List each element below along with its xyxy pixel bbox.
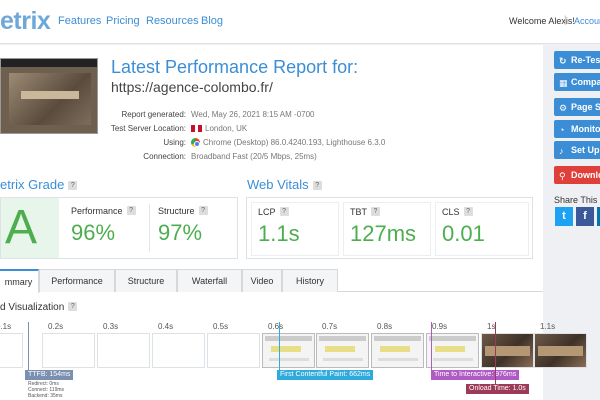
filmstrip-frame[interactable]	[262, 333, 315, 368]
tbt-cell: TBT? 127ms	[343, 202, 431, 256]
filmstrip-frame[interactable]	[316, 333, 369, 368]
info-value-connection: Broadband Fast (20/5 Mbps, 25ms)	[191, 152, 317, 161]
timeline-tick: 0.3s	[103, 322, 119, 331]
tab-waterfall[interactable]: Waterfall	[177, 269, 242, 292]
report-panel: Latest Performance Report for: https://a…	[0, 45, 587, 400]
timeline-tick: 0.2s	[48, 322, 64, 331]
cls-cell: CLS? 0.01	[435, 202, 529, 256]
page-load-title: d Visualization?	[0, 302, 78, 313]
lcp-value: 1.1s	[258, 221, 300, 246]
retest-button[interactable]: ↻Re-Test	[554, 51, 600, 69]
web-vitals-card: LCP? 1.1s TBT? 127ms CLS? 0.01	[246, 197, 533, 259]
help-icon[interactable]: ?	[312, 181, 322, 190]
compare-icon: ▦	[559, 78, 568, 88]
filmstrip-frame[interactable]	[371, 333, 424, 368]
tab-structure[interactable]: Structure	[115, 269, 177, 292]
report-tabs: mmary Performance Structure Waterfall Vi…	[0, 269, 543, 293]
grade-letter-badge: A	[1, 198, 59, 258]
nav-separator: |	[564, 15, 567, 26]
tti-line	[431, 322, 432, 372]
filmstrip-frame[interactable]	[97, 333, 150, 368]
info-label-connection: Connection:	[143, 152, 186, 161]
help-icon[interactable]: ?	[371, 207, 380, 216]
bell-icon: ♪	[559, 146, 564, 156]
filmstrip-frame[interactable]	[152, 333, 205, 368]
help-icon[interactable]: ?	[68, 181, 78, 190]
tab-performance[interactable]: Performance	[39, 269, 115, 292]
grade-section-title: etrix Grade?	[0, 177, 78, 192]
performance-metric: Performance? 96%	[71, 206, 136, 246]
tbt-value: 127ms	[350, 221, 417, 246]
twitter-icon[interactable]: t	[555, 207, 573, 226]
uk-flag-icon	[191, 125, 202, 132]
share-label: Share This Report:	[554, 195, 600, 205]
ttfb-details: Redirect: 0ms Connect: 119ms Backend: 35…	[28, 381, 65, 399]
nav-resources-link[interactable]: Resources	[146, 15, 199, 27]
help-icon[interactable]: ?	[463, 207, 473, 216]
account-link[interactable]: Account	[574, 16, 600, 26]
timeline-tick: 0.8s	[377, 322, 393, 331]
facebook-icon[interactable]: f	[576, 207, 594, 226]
fcp-marker: First Contentful Paint: 662ms	[277, 370, 374, 380]
cls-value: 0.01	[442, 221, 485, 246]
help-icon[interactable]: ?	[68, 302, 78, 311]
timeline-tick: 0.9s	[432, 322, 448, 331]
refresh-icon: ↻	[559, 56, 567, 66]
setup-alerts-button[interactable]: ♪Set Up Alerts	[554, 141, 600, 159]
timeline-tick: 1.1s	[540, 322, 556, 331]
filmstrip-frame[interactable]	[0, 333, 23, 368]
compare-button[interactable]: ▦Compare	[554, 73, 600, 91]
tti-marker: Time to Interactive: 976ms	[431, 370, 520, 380]
filmstrip-frame[interactable]	[534, 333, 587, 368]
download-pdf-button[interactable]: ⚲Download PDF	[554, 166, 600, 184]
structure-value: 97%	[158, 220, 203, 245]
onload-marker: Onload Time: 1.0s	[466, 384, 529, 394]
timeline-tick: 0.4s	[158, 322, 174, 331]
monitor-icon: ◔	[559, 125, 565, 135]
site-screenshot[interactable]	[0, 58, 98, 134]
tab-video[interactable]: Video	[242, 269, 282, 292]
gear-icon: ⚙	[559, 103, 568, 113]
top-nav: etrix Features Pricing Resources Blog We…	[0, 0, 600, 44]
nav-pricing-link[interactable]: Pricing	[106, 15, 140, 27]
timeline-tick: 0.5s	[213, 322, 229, 331]
info-label-location: Test Server Location:	[110, 124, 186, 133]
filmstrip-frame[interactable]	[426, 333, 479, 368]
info-value-location: London, UK	[205, 124, 248, 133]
filmstrip-frame[interactable]	[481, 333, 534, 368]
filmstrip-frame[interactable]	[207, 333, 260, 368]
help-icon[interactable]: ?	[198, 206, 208, 215]
fcp-line	[279, 322, 280, 372]
grade-card: A Performance? 96% Structure? 97%	[0, 197, 238, 259]
logo[interactable]: etrix	[0, 7, 51, 36]
tab-history[interactable]: History	[282, 269, 338, 292]
vitals-section-title: Web Vitals?	[247, 177, 322, 192]
pdf-icon: ⚲	[559, 171, 566, 181]
onload-line	[495, 322, 496, 386]
nav-blog-link[interactable]: Blog	[201, 15, 223, 27]
info-value-using: Chrome (Desktop) 86.0.4240.193, Lighthou…	[203, 138, 386, 147]
help-icon[interactable]: ?	[126, 206, 136, 215]
page-settings-button[interactable]: ⚙Page Settings	[554, 98, 600, 116]
info-label-generated: Report generated:	[121, 110, 187, 119]
tab-summary[interactable]: mmary	[0, 269, 39, 293]
ttfb-marker: TTFB: 154ms	[25, 370, 74, 380]
chrome-icon	[191, 138, 200, 147]
info-label-using: Using:	[163, 138, 186, 147]
ttfb-line	[28, 322, 29, 372]
timeline-tick: 0.7s	[322, 322, 338, 331]
structure-metric: Structure? 97%	[158, 206, 208, 246]
filmstrip-frame[interactable]	[42, 333, 95, 368]
info-value-generated: Wed, May 26, 2021 8:15 AM -0700	[191, 110, 315, 119]
performance-value: 96%	[71, 220, 116, 245]
monitor-button[interactable]: ◔Monitor	[554, 120, 600, 138]
lcp-cell: LCP? 1.1s	[251, 202, 339, 256]
help-icon[interactable]: ?	[279, 207, 289, 216]
nav-features-link[interactable]: Features	[58, 15, 101, 27]
report-url[interactable]: https://agence-colombo.fr/	[111, 79, 273, 95]
timeline-tick: 0.1s	[0, 322, 12, 331]
timeline-tick: 0.6s	[268, 322, 284, 331]
report-title: Latest Performance Report for:	[111, 57, 359, 77]
